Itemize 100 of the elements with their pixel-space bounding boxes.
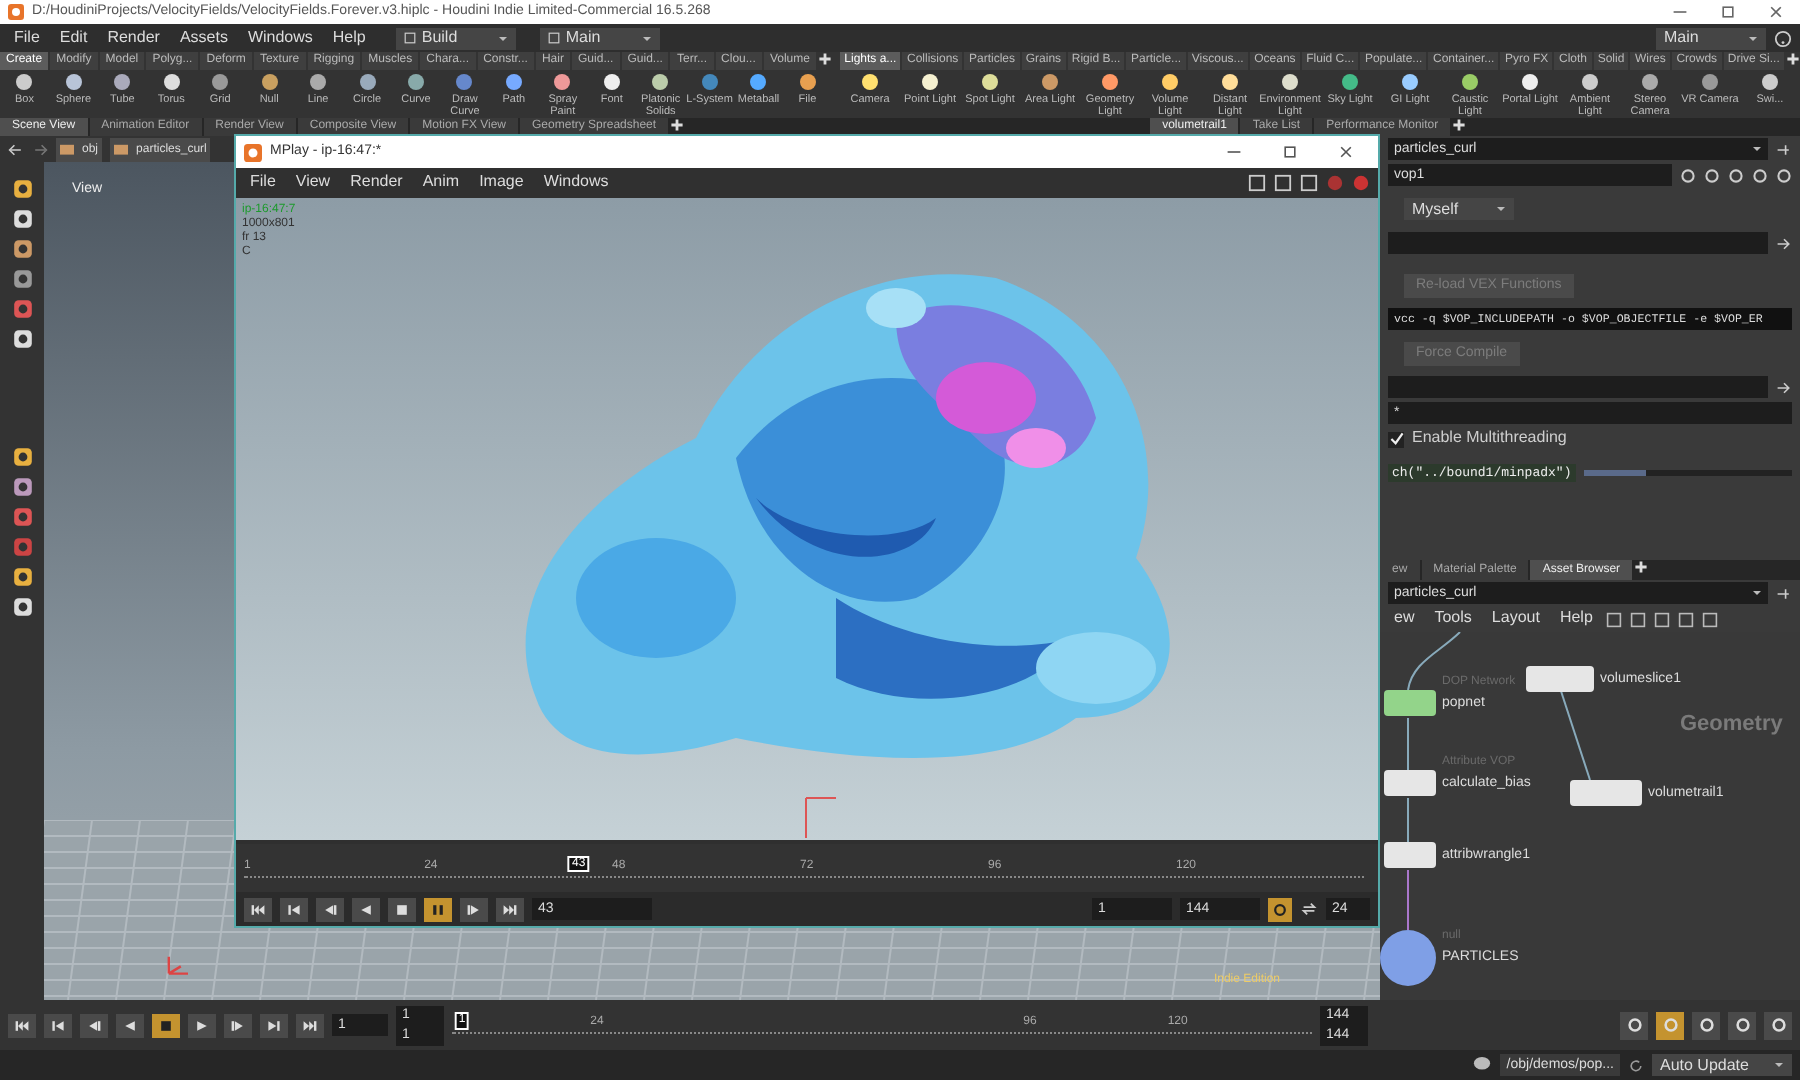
play-reverse-button[interactable] bbox=[352, 897, 380, 921]
step-back-icon bbox=[322, 901, 338, 917]
node-tile[interactable] bbox=[1570, 780, 1642, 806]
close-icon bbox=[1338, 144, 1354, 160]
play-reverse-button[interactable] bbox=[116, 1013, 144, 1037]
prev-key-icon bbox=[286, 901, 302, 917]
tool-icon bbox=[11, 476, 33, 498]
stop-button[interactable] bbox=[152, 1013, 180, 1037]
tool-icon bbox=[1340, 72, 1360, 92]
caret-icon bbox=[1752, 144, 1762, 154]
tool-icon bbox=[14, 72, 35, 92]
menu-item[interactable]: Anim bbox=[416, 174, 466, 192]
menu-item[interactable]: ew bbox=[1388, 610, 1421, 628]
caret-icon bbox=[1496, 204, 1506, 214]
stop-button[interactable] bbox=[388, 897, 416, 921]
menu-item[interactable]: Image bbox=[473, 174, 530, 192]
desktop-dropdown[interactable]: Main bbox=[1656, 27, 1766, 49]
pause-icon bbox=[430, 901, 446, 917]
loop-icon bbox=[1300, 900, 1318, 918]
step-forward-button[interactable] bbox=[460, 897, 488, 921]
pause-button[interactable] bbox=[424, 897, 452, 921]
tool-icon bbox=[650, 72, 671, 92]
tool-icon bbox=[11, 596, 33, 618]
menu-item[interactable]: View bbox=[289, 174, 337, 192]
text-field[interactable] bbox=[1388, 232, 1768, 254]
last-frame-button[interactable] bbox=[496, 897, 524, 921]
tool-icon bbox=[601, 72, 622, 92]
reverse-icon bbox=[358, 901, 374, 917]
menu-item[interactable]: Render bbox=[101, 29, 166, 47]
tool-icon bbox=[1700, 72, 1720, 92]
step-forward-button[interactable] bbox=[224, 1013, 252, 1037]
plus-icon bbox=[1452, 118, 1467, 132]
maximize-button[interactable] bbox=[1720, 4, 1736, 20]
tool-icon bbox=[308, 72, 329, 92]
previous-key-button[interactable] bbox=[44, 1013, 72, 1037]
maximize-button[interactable] bbox=[1282, 144, 1298, 160]
mode-dropdown[interactable]: Myself bbox=[1404, 198, 1514, 220]
menu-item[interactable]: Help bbox=[1553, 610, 1599, 628]
caret-icon bbox=[1774, 1060, 1784, 1070]
first-frame-button[interactable] bbox=[8, 1013, 36, 1037]
next-key-icon bbox=[266, 1017, 282, 1033]
slider-track[interactable] bbox=[1583, 470, 1792, 476]
tool-icon bbox=[980, 72, 1000, 92]
node-tile[interactable] bbox=[1526, 666, 1594, 692]
step-back-button[interactable] bbox=[80, 1013, 108, 1037]
menu-item[interactable]: File bbox=[8, 29, 46, 47]
null-node[interactable] bbox=[1380, 930, 1436, 986]
menu-item[interactable]: Layout bbox=[1485, 610, 1546, 628]
first-frame-button[interactable] bbox=[244, 897, 272, 921]
step-back-button[interactable] bbox=[316, 897, 344, 921]
tool-icon bbox=[11, 506, 33, 528]
tool-icon bbox=[1580, 72, 1600, 92]
tool-icon bbox=[1220, 72, 1240, 92]
checkbox[interactable] bbox=[1388, 431, 1404, 447]
tool-icon bbox=[11, 298, 33, 320]
menu-item[interactable]: Render bbox=[344, 174, 409, 192]
tool-icon bbox=[1640, 72, 1660, 92]
first-icon bbox=[250, 901, 266, 917]
chat-icon bbox=[1472, 1056, 1493, 1074]
desktop-dropdown[interactable]: Build bbox=[395, 27, 516, 49]
tool-icon bbox=[1460, 72, 1480, 92]
step-forward-icon bbox=[466, 901, 482, 917]
menu-item[interactable]: Help bbox=[326, 29, 372, 47]
caret-icon bbox=[497, 33, 508, 43]
menu-item[interactable]: Assets bbox=[173, 29, 234, 47]
update-mode-dropdown[interactable]: Auto Update bbox=[1652, 1054, 1792, 1076]
step-back-icon bbox=[86, 1017, 102, 1033]
tool-icon bbox=[1280, 72, 1300, 92]
tool-icon bbox=[748, 72, 769, 92]
node-tile[interactable] bbox=[1384, 842, 1436, 868]
close-button[interactable] bbox=[1338, 144, 1354, 160]
node-tile[interactable] bbox=[1384, 770, 1436, 796]
pin-icon bbox=[1776, 141, 1792, 157]
menu-item[interactable]: Windows bbox=[241, 29, 319, 47]
maximize-icon bbox=[1720, 4, 1736, 20]
menu-item[interactable]: Edit bbox=[53, 29, 94, 47]
text-field[interactable] bbox=[1388, 376, 1768, 398]
menu-item[interactable]: File bbox=[244, 174, 282, 192]
tool-icon bbox=[1100, 72, 1120, 92]
caret-icon bbox=[641, 33, 652, 43]
node-tile[interactable] bbox=[1384, 690, 1436, 716]
tool-icon bbox=[1400, 72, 1420, 92]
menu-item[interactable]: Windows bbox=[537, 174, 615, 192]
play-button[interactable] bbox=[188, 1013, 216, 1037]
tool-icon bbox=[11, 446, 33, 468]
record-icon bbox=[1326, 174, 1344, 192]
tool-icon bbox=[503, 72, 524, 92]
next-key-button[interactable] bbox=[260, 1013, 288, 1037]
close-button[interactable] bbox=[1768, 4, 1784, 20]
plus-icon bbox=[1634, 560, 1649, 574]
reverse-icon bbox=[122, 1017, 138, 1033]
desktop-dropdown[interactable]: Main bbox=[539, 27, 660, 49]
tool-icon bbox=[1760, 72, 1780, 92]
last-frame-button[interactable] bbox=[296, 1013, 324, 1037]
tool-icon bbox=[1040, 72, 1060, 92]
tool-icon bbox=[11, 268, 33, 290]
menu-item[interactable]: Tools bbox=[1428, 610, 1478, 628]
tool-icon bbox=[405, 72, 426, 92]
previous-key-button[interactable] bbox=[280, 897, 308, 921]
tool-icon bbox=[11, 566, 33, 588]
